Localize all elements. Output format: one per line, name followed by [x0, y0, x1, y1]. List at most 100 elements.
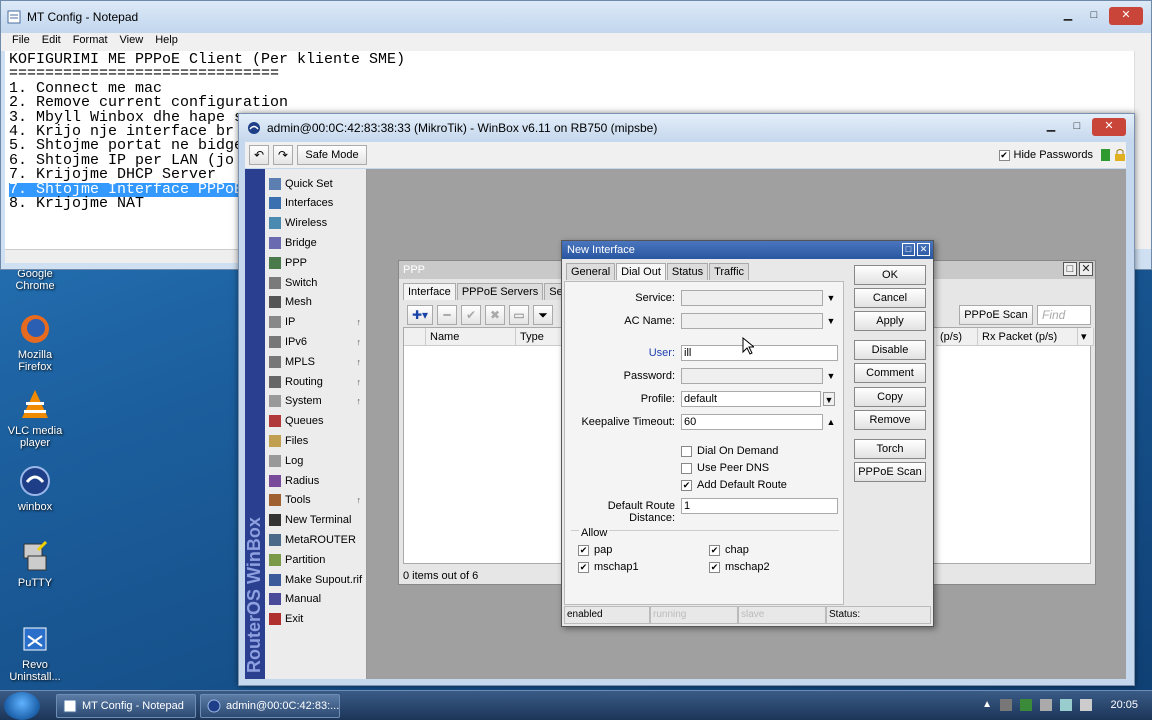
- horizontal-scrollbar[interactable]: [5, 249, 245, 263]
- desktop-icon-revo[interactable]: Revo Uninstall...: [0, 622, 70, 683]
- pap-checkbox[interactable]: ✔: [578, 545, 589, 556]
- minimize-button[interactable]: ▁: [1038, 118, 1064, 136]
- minimize-button[interactable]: ▁: [1055, 7, 1081, 25]
- profile-select[interactable]: default: [681, 391, 821, 407]
- close-button[interactable]: ✕: [1092, 118, 1126, 136]
- sidebar-item-ipv6[interactable]: IPv6 ↑: [269, 332, 365, 351]
- safe-mode-button[interactable]: Safe Mode: [297, 145, 367, 165]
- column-menu-button[interactable]: ▾: [1078, 328, 1094, 346]
- mschap2-checkbox[interactable]: ✔: [709, 562, 720, 573]
- sidebar-item-manual[interactable]: Manual: [269, 590, 365, 609]
- find-input[interactable]: Find: [1037, 305, 1091, 325]
- desktop-icon-vlc[interactable]: VLC media player: [0, 388, 70, 449]
- tab-general[interactable]: General: [566, 263, 616, 280]
- ac-name-input[interactable]: [681, 313, 823, 329]
- enable-button[interactable]: ✔: [461, 305, 481, 325]
- torch-button[interactable]: Torch: [854, 439, 926, 459]
- ok-button[interactable]: OK: [854, 265, 926, 285]
- menu-edit[interactable]: Edit: [36, 33, 67, 51]
- column-header-rx-packet[interactable]: Rx Packet (p/s): [978, 328, 1078, 346]
- dialog-titlebar[interactable]: New Interface: [562, 241, 933, 259]
- redo-button[interactable]: ↷: [273, 145, 293, 165]
- pppoe-scan-button[interactable]: PPPoE Scan: [854, 462, 926, 482]
- password-dropdown-icon[interactable]: ▼: [825, 369, 837, 383]
- desktop-icon-winbox[interactable]: winbox: [0, 464, 70, 513]
- service-dropdown-icon[interactable]: ▼: [825, 291, 837, 305]
- tab-status[interactable]: Status: [666, 263, 709, 280]
- taskbar-clock[interactable]: 20:05: [1110, 699, 1138, 711]
- sidebar-item-files[interactable]: Files: [269, 431, 365, 450]
- sidebar-item-ip[interactable]: IP ↑: [269, 313, 365, 332]
- desktop-icon-putty[interactable]: PuTTY: [0, 540, 70, 589]
- copy-button[interactable]: Copy: [854, 387, 926, 407]
- close-button[interactable]: ✕: [1079, 262, 1093, 276]
- column-header-flag[interactable]: [404, 328, 426, 346]
- mschap1-checkbox[interactable]: ✔: [578, 562, 589, 573]
- profile-dropdown-icon[interactable]: ▼: [823, 392, 835, 406]
- taskbar-item-notepad[interactable]: MT Config - Notepad: [56, 694, 196, 718]
- menu-view[interactable]: View: [114, 33, 150, 51]
- tray-icon[interactable]: [1000, 699, 1012, 711]
- sidebar-item-radius[interactable]: Radius: [269, 471, 365, 490]
- hide-passwords-checkbox[interactable]: ✔: [998, 149, 1010, 161]
- menu-format[interactable]: Format: [67, 33, 114, 51]
- sidebar-item-make-supout[interactable]: Make Supout.rif: [269, 570, 365, 589]
- sidebar-item-partition[interactable]: Partition: [269, 550, 365, 569]
- sidebar-item-wireless[interactable]: Wireless: [269, 214, 365, 233]
- sidebar-item-system[interactable]: System ↑: [269, 392, 365, 411]
- tab-interface[interactable]: Interface: [403, 283, 456, 300]
- add-button[interactable]: ✚▾: [407, 305, 433, 325]
- comment-button[interactable]: ▭: [509, 305, 529, 325]
- comment-button[interactable]: Comment: [854, 363, 926, 383]
- undo-button[interactable]: ↶: [249, 145, 269, 165]
- column-header-name[interactable]: Name: [426, 328, 516, 346]
- tray-arrow-icon[interactable]: ▲: [982, 699, 992, 711]
- pppoe-scan-button[interactable]: PPPoE Scan: [959, 305, 1033, 325]
- sidebar-item-mesh[interactable]: Mesh: [269, 293, 365, 312]
- default-route-distance-input[interactable]: 1: [681, 498, 838, 514]
- sidebar-item-ppp[interactable]: PPP: [269, 253, 365, 272]
- close-button[interactable]: ✕: [917, 243, 930, 256]
- column-header-rx[interactable]: (p/s): [936, 328, 978, 346]
- tab-dial-out[interactable]: Dial Out: [616, 263, 666, 280]
- collapse-up-icon[interactable]: ▲: [825, 415, 837, 429]
- dial-on-demand-checkbox[interactable]: [681, 446, 692, 457]
- network-icon[interactable]: [1060, 699, 1072, 711]
- menu-file[interactable]: File: [6, 33, 36, 51]
- tab-pppoe-servers[interactable]: PPPoE Servers: [456, 283, 544, 300]
- start-button[interactable]: [4, 692, 40, 720]
- sidebar-item-interfaces[interactable]: Interfaces: [269, 194, 365, 213]
- sidebar-item-switch[interactable]: Switch: [269, 273, 365, 292]
- sidebar-item-mpls[interactable]: MPLS ↑: [269, 352, 365, 371]
- sidebar-item-bridge[interactable]: Bridge: [269, 233, 365, 252]
- keepalive-timeout-input[interactable]: 60: [681, 414, 823, 430]
- menu-help[interactable]: Help: [149, 33, 184, 51]
- apply-button[interactable]: Apply: [854, 311, 926, 331]
- maximize-button[interactable]: □: [1063, 262, 1077, 276]
- tray-icon[interactable]: [1040, 699, 1052, 711]
- sidebar-item-queues[interactable]: Queues: [269, 412, 365, 431]
- filter-button[interactable]: ⏷: [533, 305, 553, 325]
- sidebar-item-log[interactable]: Log: [269, 451, 365, 470]
- sidebar-item-tools[interactable]: Tools ↑: [269, 491, 365, 510]
- password-input[interactable]: [681, 368, 823, 384]
- maximize-button[interactable]: □: [1064, 118, 1090, 136]
- disable-button[interactable]: Disable: [854, 340, 926, 360]
- disable-button[interactable]: ✖: [485, 305, 505, 325]
- desktop-icon-chrome[interactable]: Google Chrome: [0, 268, 70, 292]
- winbox-titlebar[interactable]: admin@00:0C:42:83:38:33 (MikroTik) - Win…: [239, 114, 1134, 141]
- add-default-route-checkbox[interactable]: ✔: [681, 480, 692, 491]
- sidebar-item-metarouter[interactable]: MetaROUTER: [269, 530, 365, 549]
- ac-name-dropdown-icon[interactable]: ▼: [825, 314, 837, 328]
- tray-icon[interactable]: [1020, 699, 1032, 711]
- column-header-type[interactable]: Type: [516, 328, 564, 346]
- use-peer-dns-checkbox[interactable]: [681, 463, 692, 474]
- taskbar-item-winbox[interactable]: admin@00:0C:42:83:...: [200, 694, 340, 718]
- vertical-scrollbar[interactable]: [1134, 51, 1151, 249]
- sidebar-item-routing[interactable]: Routing ↑: [269, 372, 365, 391]
- cancel-button[interactable]: Cancel: [854, 288, 926, 308]
- maximize-button[interactable]: □: [1081, 7, 1107, 25]
- remove-button[interactable]: ━: [437, 305, 457, 325]
- close-button[interactable]: ✕: [1109, 7, 1143, 25]
- sidebar-item-exit[interactable]: Exit: [269, 610, 365, 629]
